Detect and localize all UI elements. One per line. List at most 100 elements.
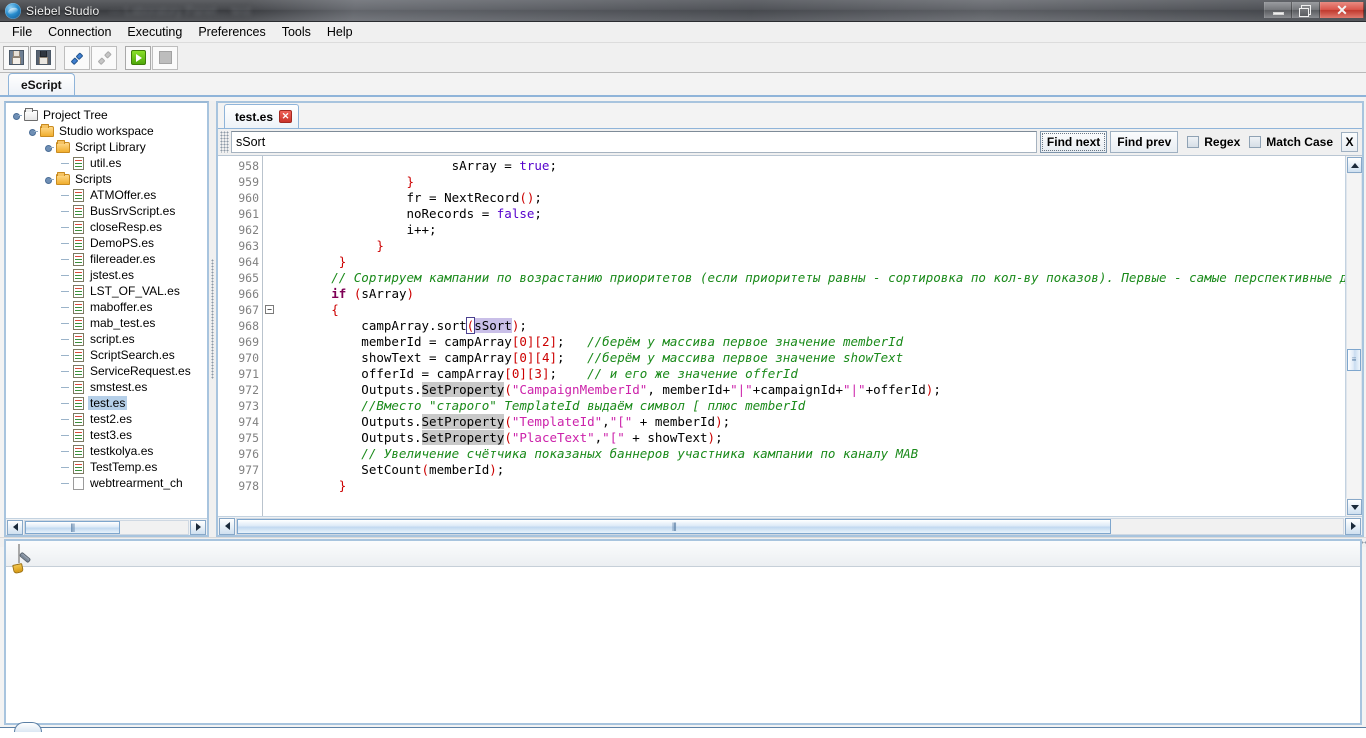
code-scroll-right-button[interactable] [1345, 517, 1361, 535]
code-token: ][ [519, 366, 535, 381]
stop-button[interactable] [152, 45, 178, 70]
maximize-button[interactable] [1292, 2, 1320, 18]
regex-checkbox[interactable]: Regex [1187, 135, 1240, 149]
search-input[interactable]: sSort [231, 131, 1037, 153]
match-case-checkbox[interactable]: Match Case [1249, 135, 1333, 149]
run-button[interactable] [125, 45, 151, 70]
window-titlebar[interactable]: Siebel Studio — Laboratory Panel… test ✕ [0, 0, 1366, 22]
tree-item-atmoffer-es[interactable]: ATMOffer.es [12, 187, 207, 203]
output-console[interactable] [6, 567, 1360, 723]
tree-item-test3-es[interactable]: test3.es [12, 427, 207, 443]
tree-branch-icon [60, 206, 71, 217]
minimize-button[interactable] [1264, 2, 1292, 18]
close-icon[interactable]: ✕ [279, 110, 293, 123]
code-token: Outputs. [271, 430, 422, 445]
line-number: 969 [238, 335, 259, 349]
code-hscroll-thumb[interactable]: ||| [237, 518, 1111, 534]
menu-executing[interactable]: Executing [119, 23, 190, 41]
tree-scroll-left-button[interactable] [7, 519, 23, 535]
code-scroll-viewport[interactable]: 958 959 960 961 962 963 964 965 966 967−968 969 970… [218, 156, 1345, 516]
code-vscroll-track[interactable]: ≡ [1346, 174, 1362, 498]
tree-item-scripts[interactable]: Scripts [12, 171, 207, 187]
code-line: Outputs.SetProperty("PlaceText","[" + sh… [271, 430, 1345, 446]
tree-item-test2-es[interactable]: test2.es [12, 411, 207, 427]
code-text[interactable]: sArray = true; } fr = NextRecord(); noRe… [263, 156, 1345, 516]
code-scroll-left-button[interactable] [219, 517, 235, 535]
tree-item-jstest-es[interactable]: jstest.es [12, 267, 207, 283]
connect-button[interactable] [64, 45, 90, 70]
tree-item-label: maboffer.es [90, 300, 153, 314]
tree-item-mab-test-es[interactable]: mab_test.es [12, 315, 207, 331]
tree-item-test-es[interactable]: test.es [12, 395, 207, 411]
tab-escript[interactable]: eScript [8, 73, 75, 95]
expander-icon[interactable] [12, 110, 23, 121]
menu-help[interactable]: Help [319, 23, 361, 41]
script-file-icon [73, 396, 84, 410]
tree-scroll-right-button[interactable] [190, 519, 206, 535]
workspace: eScript Project Tree Studio workspace Scri… [0, 73, 1366, 738]
tree-item-label: Project Tree [43, 108, 108, 122]
tree-item-scriptsearch-es[interactable]: ScriptSearch.es [12, 347, 207, 363]
find-prev-button[interactable]: Find prev [1110, 131, 1179, 153]
tree-hscroll-track[interactable]: ||| [24, 519, 189, 535]
grip-icon: ≡ [1351, 355, 1357, 365]
tree-item-demops-es[interactable]: DemoPS.es [12, 235, 207, 251]
menu-tools[interactable]: Tools [274, 23, 319, 41]
tree-item-project-tree[interactable]: Project Tree [12, 107, 207, 123]
code-vscrollbar[interactable]: ≡ [1345, 156, 1362, 516]
tree-branch-icon [60, 318, 71, 329]
vertical-splitter[interactable] [209, 101, 216, 537]
script-file-icon [73, 268, 84, 282]
status-bar-tab-nub[interactable] [14, 722, 42, 732]
tree-hscroll-thumb[interactable]: ||| [25, 520, 120, 534]
expander-icon[interactable] [44, 174, 55, 185]
tree-branch-icon [60, 286, 71, 297]
project-tree[interactable]: Project Tree Studio workspace Script Libra… [6, 103, 207, 518]
menu-preferences[interactable]: Preferences [190, 23, 273, 41]
code-token: ][ [526, 350, 542, 365]
code-token: showText = campArray [271, 350, 512, 365]
menu-file[interactable]: File [4, 23, 40, 41]
tree-item-closeresp-es[interactable]: closeResp.es [12, 219, 207, 235]
expander-icon[interactable] [44, 142, 55, 153]
code-hscroll-track[interactable]: ||| [236, 517, 1344, 535]
tree-item-script-library[interactable]: Script Library [12, 139, 207, 155]
tree-item-lst-of-val-es[interactable]: LST_OF_VAL.es [12, 283, 207, 299]
line-number: 978 [238, 479, 259, 493]
tree-item-webtrearment-ch[interactable]: webtrearment_ch [12, 475, 207, 491]
code-hscrollbar[interactable]: ||| [218, 516, 1362, 535]
save-button[interactable] [3, 45, 29, 70]
tree-item-util-es[interactable]: util.es [12, 155, 207, 171]
find-bar: sSort Find next Find prev Regex Match Ca… [218, 129, 1362, 156]
code-token: SetProperty [421, 414, 505, 429]
tree-item-smstest-es[interactable]: smstest.es [12, 379, 207, 395]
code-scroll-down-button[interactable] [1347, 499, 1362, 515]
find-next-button[interactable]: Find next [1039, 131, 1108, 153]
tree-branch-icon [60, 254, 71, 265]
close-find-bar-button[interactable]: X [1341, 132, 1358, 152]
disconnect-plug-icon [93, 46, 116, 69]
tree-item-servicerequest-es[interactable]: ServiceRequest.es [12, 363, 207, 379]
tree-item-script-es[interactable]: script.es [12, 331, 207, 347]
tree-item-bussrvscript-es[interactable]: BusSrvScript.es [12, 203, 207, 219]
close-button[interactable]: ✕ [1320, 2, 1364, 18]
tree-item-filereader-es[interactable]: filereader.es [12, 251, 207, 267]
expander-icon[interactable] [28, 126, 39, 137]
tree-item-studio-workspace[interactable]: Studio workspace [12, 123, 207, 139]
code-scroll-up-button[interactable] [1347, 157, 1362, 173]
tree-item-maboffer-es[interactable]: maboffer.es [12, 299, 207, 315]
output-panel [4, 539, 1362, 725]
code-vscroll-thumb[interactable]: ≡ [1347, 348, 1361, 371]
tree-item-testkolya-es[interactable]: testkolya.es [12, 443, 207, 459]
find-bar-drag-handle[interactable] [220, 131, 229, 153]
tree-item-testtemp-es[interactable]: TestTemp.es [12, 459, 207, 475]
checkbox-icon[interactable] [1187, 136, 1200, 148]
disconnect-button[interactable] [91, 45, 117, 70]
file-tab-test-es[interactable]: test.es ✕ [224, 104, 300, 128]
tree-hscrollbar[interactable]: ||| [6, 518, 207, 535]
arrow-left-icon [12, 523, 18, 531]
menu-connection[interactable]: Connection [40, 23, 119, 41]
checkbox-icon[interactable] [1249, 136, 1262, 148]
tree-branch-icon [60, 190, 71, 201]
save-all-button[interactable] [30, 45, 56, 70]
